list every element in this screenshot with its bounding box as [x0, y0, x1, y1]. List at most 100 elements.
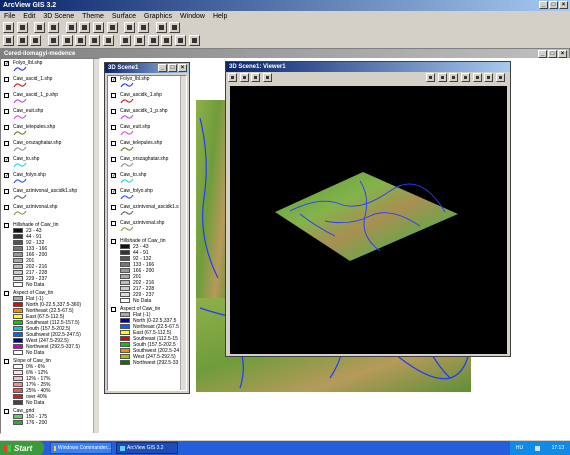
layer-item[interactable]: Caw_ascidk_1_p.shp [108, 108, 186, 124]
menu-edit[interactable]: Edit [23, 13, 35, 20]
hotlink-tool[interactable] [102, 35, 114, 46]
menu-theme[interactable]: Theme [82, 13, 104, 20]
view-close[interactable]: × [558, 50, 567, 58]
layer-item[interactable]: Caw_szintvonal.shp [1, 204, 99, 220]
viewer-tilt-button[interactable] [472, 73, 482, 82]
viewer-title-bar[interactable]: 3D Scene1: Viewer1 [226, 62, 510, 72]
identify-tool[interactable] [3, 35, 14, 46]
query-button[interactable] [155, 22, 167, 33]
layer-visibility-checkbox[interactable]: ✓ [111, 173, 116, 179]
viewer-pan-button[interactable] [263, 73, 273, 82]
scene-title-bar[interactable]: 3D Scene1 _ □ × [105, 63, 189, 73]
tray-icon[interactable] [534, 445, 540, 451]
layer-visibility-checkbox[interactable] [4, 77, 9, 82]
layer-item[interactable]: Caw_euit.shp [108, 124, 186, 140]
callout-tool[interactable] [175, 35, 187, 46]
menu-surface[interactable]: Surface [112, 13, 136, 20]
layer-item[interactable]: Caw_ascid_1_p.shp [1, 92, 99, 108]
viewer-navigate-button[interactable] [239, 73, 249, 82]
layer-visibility-checkbox[interactable] [4, 205, 9, 210]
label-tool[interactable] [161, 35, 173, 46]
viewer-fly-button[interactable] [496, 73, 505, 82]
help-button[interactable] [169, 22, 181, 33]
layer-item[interactable]: Caw_telepules.shp [108, 140, 186, 156]
minimize-button[interactable]: _ [539, 1, 548, 9]
layer-item[interactable]: Caw_orszaghatar.shp [1, 140, 99, 156]
layer-item[interactable]: ✓ Folyo_lbl.shp [1, 60, 99, 76]
layer-item[interactable]: ✓ Folyo_lbl.shp [108, 76, 186, 92]
view-maximize[interactable]: □ [548, 50, 557, 58]
measure-tool[interactable] [89, 35, 101, 46]
find-button[interactable] [124, 22, 136, 33]
viewer-zoom-button[interactable] [251, 73, 261, 82]
zoom-out-tool[interactable] [61, 35, 73, 46]
layer-visibility-checkbox[interactable] [111, 93, 116, 98]
locate-button[interactable] [138, 22, 150, 33]
layer-item[interactable]: Caw_telepules.shp [1, 124, 99, 140]
layer-item[interactable]: ✓ Caw_to.shp [1, 156, 99, 172]
layer-item[interactable]: Caw_ascidk_1.shp [108, 92, 186, 108]
layer-item[interactable]: ✓ Caw_to.shp [108, 172, 186, 188]
zoom-selected-button[interactable] [106, 22, 118, 33]
select-tool[interactable] [188, 35, 200, 46]
layer-visibility-checkbox[interactable]: ✓ [4, 157, 9, 163]
menu-graphics[interactable]: Graphics [144, 13, 172, 20]
layer-visibility-checkbox[interactable] [111, 141, 116, 146]
viewer-full-extent-button[interactable] [425, 73, 435, 82]
layer-visibility-checkbox[interactable]: ✓ [111, 77, 116, 83]
layer-item[interactable]: Caw_orszaghatar.shp [108, 156, 186, 172]
pointer-tool[interactable] [16, 35, 28, 46]
scene-close[interactable]: × [178, 64, 187, 72]
layer-visibility-checkbox[interactable] [4, 141, 9, 146]
layer-item[interactable]: ✓ Caw_folyo.shp [1, 172, 99, 188]
viewer-canvas[interactable] [230, 86, 507, 354]
view-minimize[interactable]: _ [538, 50, 547, 58]
taskbar-item-commander[interactable]: Windows Commander... [50, 442, 112, 454]
viewer-zoom-out-button[interactable] [449, 73, 459, 82]
layer-visibility-checkbox[interactable] [4, 125, 9, 130]
zoom-extent-button[interactable] [79, 22, 91, 33]
zoom-themes-button[interactable] [93, 22, 105, 33]
scene-toc-scrollbar[interactable] [180, 76, 186, 390]
scene-minimize[interactable]: _ [158, 64, 167, 72]
maximize-button[interactable]: □ [549, 1, 558, 9]
layer-item[interactable]: Caw_ascid_1.shp [1, 76, 99, 92]
layer-visibility-checkbox[interactable] [111, 125, 116, 130]
layer-item[interactable]: Caw_szintvonal_ascidk1.s [108, 204, 186, 220]
layer-item[interactable]: Caw_euit.shp [1, 108, 99, 124]
menu-help[interactable]: Help [213, 13, 227, 20]
zoom-in-tool[interactable] [48, 35, 60, 46]
toc-scrollbar[interactable] [93, 59, 99, 433]
layer-visibility-checkbox[interactable] [111, 157, 116, 162]
edit-legend-button[interactable] [48, 22, 60, 33]
menu-window[interactable]: Window [180, 13, 205, 20]
layer-visibility-checkbox[interactable] [111, 221, 116, 226]
theme-props-button[interactable] [34, 22, 46, 33]
language-indicator[interactable]: HU [516, 445, 523, 451]
start-button[interactable]: Start [0, 441, 44, 455]
layer-visibility-checkbox[interactable]: ✓ [111, 189, 116, 195]
taskbar-item-arcview[interactable]: ArcView GIS 3.2 [116, 442, 178, 454]
layer-visibility-checkbox[interactable]: ✓ [4, 173, 9, 179]
pan-tool[interactable] [75, 35, 87, 46]
close-button[interactable]: × [559, 1, 568, 9]
viewer-zoom-in-button[interactable] [437, 73, 447, 82]
layer-visibility-checkbox[interactable]: ✓ [4, 61, 9, 67]
viewer-orbit-button[interactable] [484, 73, 494, 82]
layer-visibility-checkbox[interactable] [111, 205, 116, 210]
app-title-bar[interactable]: ArcView GIS 3.2 _ □ × [0, 0, 570, 11]
add-theme-button[interactable] [16, 22, 28, 33]
draw-tool[interactable] [147, 35, 159, 46]
scene-maximize[interactable]: □ [168, 64, 177, 72]
save-button[interactable] [3, 22, 14, 33]
viewer-rotate-button[interactable] [460, 73, 470, 82]
vertex-tool[interactable] [30, 35, 42, 46]
viewer-info-button[interactable] [228, 73, 237, 82]
layer-item[interactable]: Caw_szintvonal_ascidk1.shp [1, 188, 99, 204]
menu-3d-scene[interactable]: 3D Scene [43, 13, 74, 20]
layer-visibility-checkbox[interactable] [111, 109, 116, 114]
open-table-button[interactable] [65, 22, 77, 33]
layer-visibility-checkbox[interactable] [4, 93, 9, 98]
area-tool[interactable] [120, 35, 132, 46]
layer-item[interactable]: Caw_szintvonal.shp [108, 220, 186, 236]
